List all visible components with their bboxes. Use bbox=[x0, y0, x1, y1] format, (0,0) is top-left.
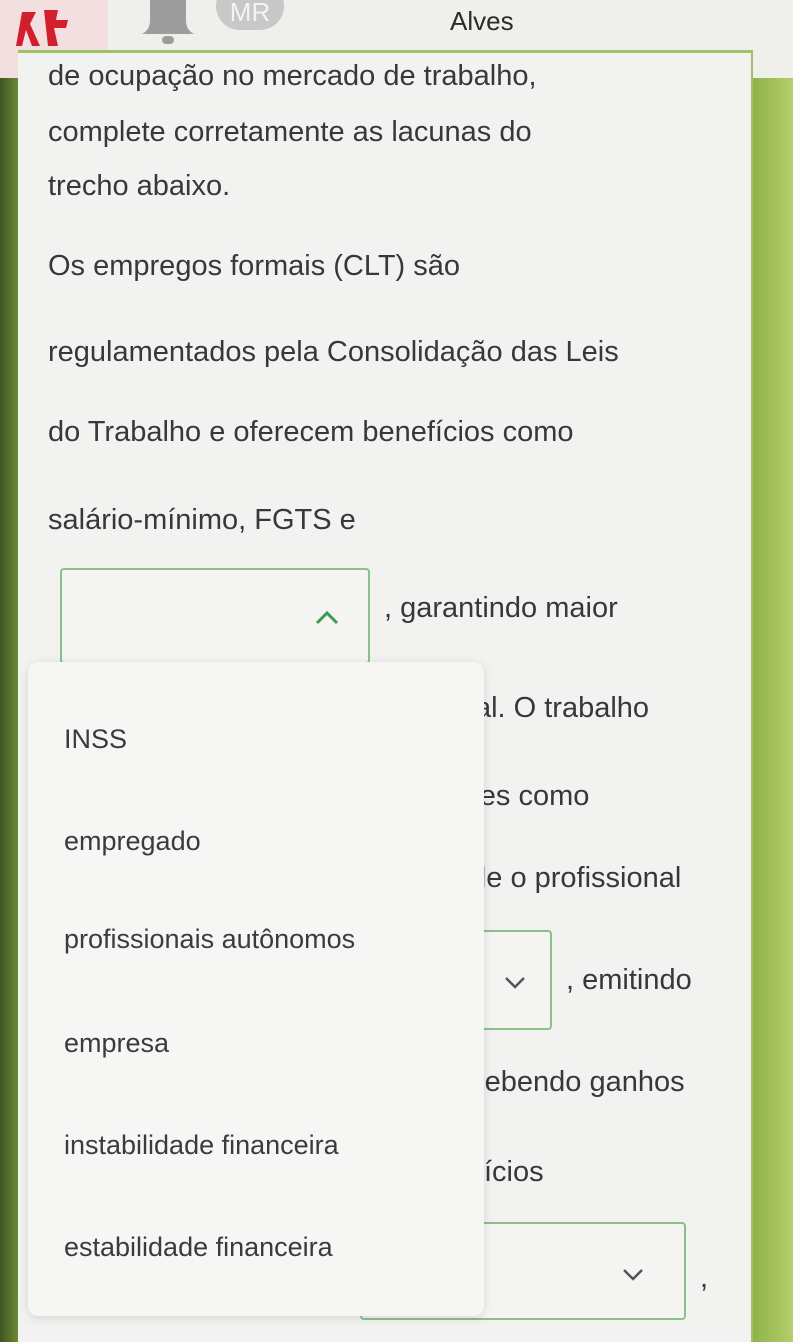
passage-fragment: , bbox=[700, 1262, 709, 1294]
dropdown-option[interactable]: INSS bbox=[64, 724, 127, 755]
passage-fragment: ecebendo ganhos bbox=[454, 1066, 685, 1098]
passage-fragment: ícios bbox=[484, 1156, 544, 1188]
intro-line: trecho abaixo. bbox=[48, 170, 231, 202]
dropdown-option[interactable]: empresa bbox=[64, 1028, 169, 1059]
user-avatar[interactable]: MR bbox=[216, 0, 284, 30]
dropdown-option[interactable]: profissionais autônomos bbox=[64, 924, 355, 955]
intro-line: complete corretamente as lacunas do bbox=[48, 116, 532, 148]
passage-fragment: , emitindo bbox=[566, 964, 692, 996]
passage-line: salário-mínimo, FGTS e bbox=[48, 504, 356, 536]
dropdown-option[interactable]: instabilidade financeira bbox=[64, 1130, 339, 1161]
passage-fragment: nde o profissional bbox=[454, 862, 682, 894]
chevron-down-icon bbox=[505, 977, 525, 989]
passage-line: regulamentados pela Consolidação das Lei… bbox=[48, 336, 619, 368]
right-background-strip bbox=[753, 0, 793, 1342]
notifications-bell-icon[interactable] bbox=[140, 0, 196, 46]
chevron-down-icon bbox=[623, 1269, 643, 1281]
logo-icon bbox=[16, 10, 68, 46]
left-background-strip bbox=[0, 0, 18, 1342]
intro-line: de ocupação no mercado de trabalho, bbox=[48, 60, 537, 92]
dropdown-option[interactable]: estabilidade financeira bbox=[64, 1232, 333, 1263]
passage-line: Os empregos formais (CLT) são bbox=[48, 250, 461, 282]
blank-select-1-options: INSS empregado profissionais autônomos e… bbox=[28, 662, 484, 1316]
dropdown-option[interactable]: empregado bbox=[64, 826, 201, 857]
passage-line: do Trabalho e oferecem benefícios como bbox=[48, 416, 574, 448]
passage-fragment: , garantindo maior bbox=[384, 592, 618, 624]
chevron-up-icon bbox=[315, 610, 339, 625]
user-name: Alves bbox=[450, 6, 514, 36]
blank-select-1[interactable] bbox=[60, 568, 370, 664]
